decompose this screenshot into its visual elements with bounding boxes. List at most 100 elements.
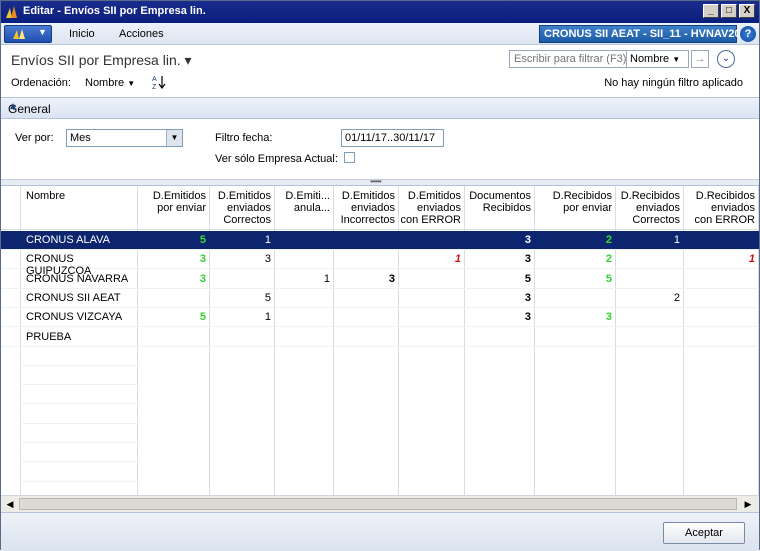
chevron-down-icon[interactable]: ▼ <box>166 130 182 146</box>
column-header[interactable]: D.Recibidos por enviar <box>535 190 616 214</box>
column-header-text: D.Emiti... <box>285 190 330 202</box>
row-value-cell[interactable]: 3 <box>535 311 616 323</box>
table-row[interactable]: CRONUS NAVARRA 3 1 3 5 5 <box>1 270 759 289</box>
table-row[interactable]: CRONUS ALAVA 5 1 3 2 1 <box>1 231 759 250</box>
dynamics-logo-icon <box>6 6 17 18</box>
column-header[interactable]: D.Recibidos enviados Correctos <box>616 190 684 226</box>
sort-ascending-icon[interactable]: A Z <box>151 74 167 90</box>
row-name-cell[interactable]: CRONUS SII AEAT <box>22 292 138 304</box>
empty-row <box>22 347 138 366</box>
tab-inicio[interactable]: Inicio <box>69 28 95 40</box>
row-value-cell[interactable]: 1 <box>210 234 275 246</box>
empty-row <box>22 405 138 424</box>
row-name-cell[interactable]: CRONUS NAVARRA <box>22 273 138 285</box>
data-grid: Nombre D.Emitidos por enviar D.Emitidos envi… <box>1 185 759 495</box>
row-value-cell[interactable]: 3 <box>465 292 535 304</box>
column-header-text: enviados <box>635 202 680 214</box>
general-fasttab-header[interactable]: General ▲ <box>1 97 759 119</box>
app-menu-button[interactable]: ▼ <box>4 25 52 43</box>
row-value-cell[interactable]: 2 <box>616 292 684 304</box>
column-header[interactable]: D.Emitidos enviados Correctos <box>210 190 275 226</box>
empty-row <box>22 443 138 463</box>
page-title[interactable]: Envíos SII por Empresa lin. ▾ <box>11 52 192 69</box>
ver-solo-checkbox[interactable] <box>344 152 355 163</box>
row-value-cell[interactable]: 5 <box>210 292 275 304</box>
row-value-cell[interactable]: 3 <box>465 311 535 323</box>
column-header-text: D.Emitidos <box>341 190 395 202</box>
column-header[interactable]: D.Emiti... anula... <box>275 190 334 214</box>
filter-status: No hay ningún filtro aplicado <box>604 77 743 89</box>
row-value-cell[interactable]: 5 <box>535 273 616 285</box>
row-value-cell[interactable]: 1 <box>210 311 275 323</box>
column-header[interactable]: D.Emitidos por enviar <box>138 190 210 214</box>
scroll-thumb[interactable] <box>19 498 737 510</box>
row-value-cell[interactable]: 1 <box>616 234 684 246</box>
column-header[interactable]: Documentos Recibidos <box>465 190 535 214</box>
minimize-button[interactable]: _ <box>703 4 719 18</box>
column-header[interactable]: D.Emitidos enviados Incorrectos <box>334 190 399 226</box>
table-row[interactable]: CRONUS VIZCAYA 5 1 3 3 <box>1 308 759 328</box>
svg-text:Z: Z <box>152 84 157 90</box>
row-value-cell[interactable]: 3 <box>210 253 275 265</box>
page-header: Envíos SII por Empresa lin. ▾ Nombre ▼ →… <box>1 45 759 97</box>
company-label: CRONUS SII AEAT - SII_11 - HVNAV2013 <box>539 25 753 43</box>
column-header-text: enviados <box>226 202 271 214</box>
row-value-cell[interactable]: 3 <box>138 273 210 285</box>
apply-filter-arrow-icon[interactable]: → <box>691 50 709 68</box>
empty-row <box>22 385 138 405</box>
column-header[interactable]: D.Recibidos enviados con ERROR <box>684 190 759 226</box>
dynamics-logo-icon <box>13 29 25 39</box>
filter-box: Nombre ▼ <box>509 50 689 68</box>
row-value-cell[interactable]: 2 <box>535 234 616 246</box>
row-value-cell[interactable]: 5 <box>138 234 210 246</box>
column-header[interactable]: D.Emitidos enviados con ERROR <box>399 190 465 226</box>
filtro-fecha-label: Filtro fecha: <box>215 132 273 144</box>
row-value-cell[interactable]: 3 <box>334 273 399 285</box>
table-row[interactable]: CRONUS GUIPUZCOA 3 3 1 3 2 1 <box>1 250 759 277</box>
row-value-cell[interactable]: 3 <box>138 253 210 265</box>
column-header-text: Correctos <box>632 214 680 226</box>
ribbon: ▼ Inicio Acciones CRONUS SII AEAT - SII_… <box>1 23 759 45</box>
filter-field-label: Nombre <box>630 53 670 65</box>
filter-input[interactable] <box>510 51 626 67</box>
row-value-cell[interactable]: 1 <box>684 253 759 265</box>
scroll-right-icon[interactable]: ▶ <box>741 497 755 511</box>
help-icon[interactable]: ? <box>740 26 756 42</box>
column-header-text: por enviar <box>563 202 612 214</box>
table-row[interactable]: PRUEBA <box>1 328 759 347</box>
horizontal-scrollbar[interactable]: ◀ ▶ <box>1 495 759 512</box>
row-value-cell[interactable]: 3 <box>465 234 535 246</box>
column-header[interactable]: Nombre <box>22 190 138 202</box>
table-row[interactable]: CRONUS SII AEAT 5 3 2 <box>1 289 759 308</box>
filtro-fecha-input[interactable]: 01/11/17..30/11/17 <box>341 129 444 147</box>
title-bar: Editar - Envíos SII por Empresa lin. _ □… <box>1 1 759 23</box>
row-value-cell[interactable]: 5 <box>138 311 210 323</box>
row-name-cell[interactable]: CRONUS ALAVA <box>22 234 138 246</box>
ver-por-select[interactable]: Mes ▼ <box>66 129 183 147</box>
sort-field-select[interactable]: Nombre ▼ <box>85 77 135 89</box>
footer-bar: Aceptar <box>1 512 759 551</box>
row-value-cell[interactable]: 3 <box>465 253 535 265</box>
row-value-cell[interactable]: 1 <box>399 253 465 265</box>
row-value-cell[interactable]: 1 <box>275 273 334 285</box>
expand-filter-chevron-icon[interactable]: ⌄ <box>717 50 735 68</box>
scroll-left-icon[interactable]: ◀ <box>3 497 17 511</box>
close-button[interactable]: X <box>739 4 755 18</box>
row-name-cell[interactable]: CRONUS VIZCAYA <box>22 311 138 323</box>
row-name-cell[interactable]: PRUEBA <box>22 331 138 343</box>
chevron-down-icon: ▼ <box>127 79 136 88</box>
row-value-cell[interactable]: 5 <box>465 273 535 285</box>
aceptar-button[interactable]: Aceptar <box>663 522 745 544</box>
tab-acciones[interactable]: Acciones <box>119 28 164 40</box>
column-header-text: Documentos <box>469 190 531 202</box>
collapse-chevron-icon[interactable]: ▲ <box>8 101 745 112</box>
row-value-cell[interactable]: 2 <box>535 253 616 265</box>
column-header-text: con ERROR <box>400 214 461 226</box>
maximize-button[interactable]: □ <box>721 4 737 18</box>
column-header-text: Incorrectos <box>340 214 395 226</box>
ver-por-value: Mes <box>70 132 91 144</box>
filter-field-select[interactable]: Nombre ▼ <box>626 51 688 67</box>
sort-field-label: Nombre <box>85 77 125 89</box>
column-header-text: Correctos <box>223 214 271 226</box>
sort-label: Ordenación: <box>11 77 71 89</box>
